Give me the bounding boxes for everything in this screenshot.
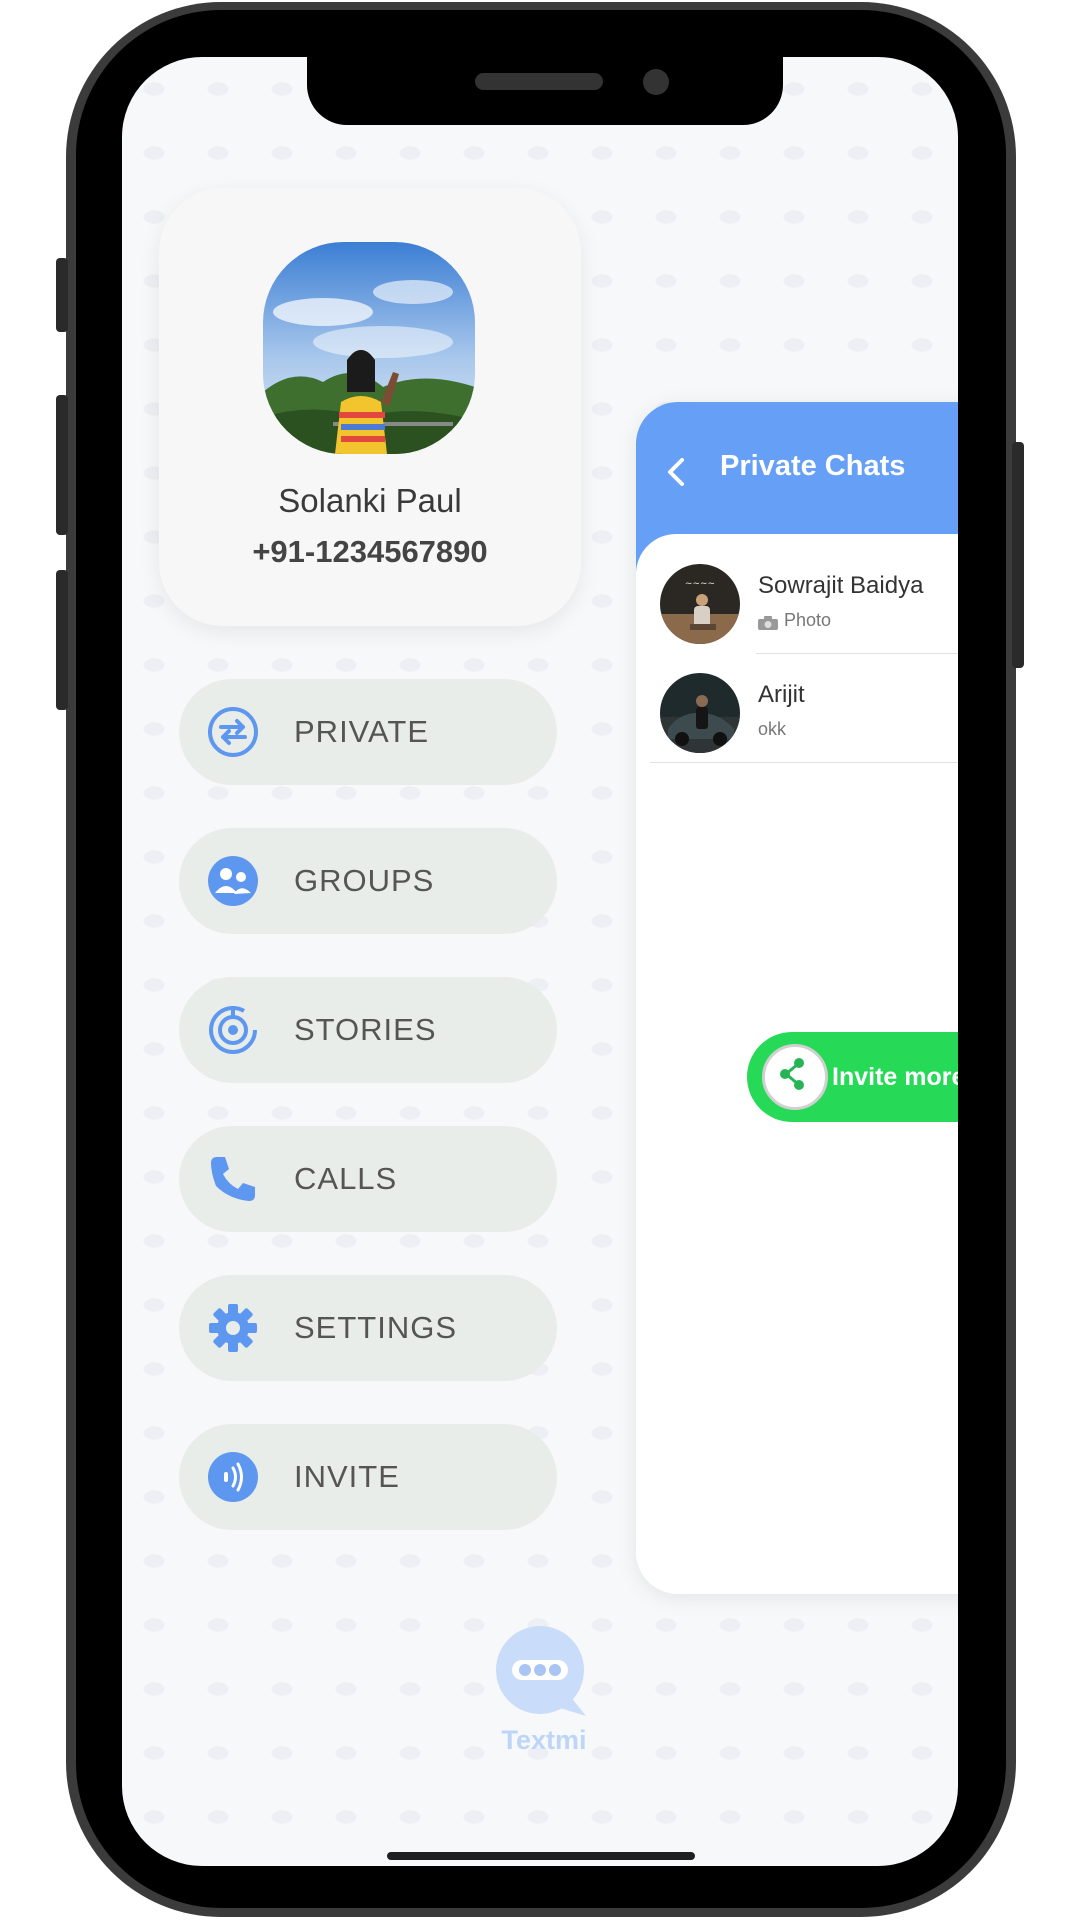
chat-divider [650, 762, 958, 763]
profile-avatar[interactable] [263, 242, 475, 454]
menu-item-settings[interactable]: SETTINGS [179, 1275, 557, 1381]
notch [307, 57, 783, 125]
mute-switch [56, 258, 68, 332]
stories-icon [207, 1004, 259, 1056]
menu-label-stories: STORIES [294, 1012, 437, 1047]
chat-avatar [660, 673, 740, 753]
menu-item-invite[interactable]: INVITE [179, 1424, 557, 1530]
chat-list: ~~~~ Sowrajit Baidya Photo Arijit okk In… [636, 534, 958, 1594]
chat-divider [756, 653, 958, 654]
chat-name: Sowrajit Baidya [758, 572, 924, 599]
menu-label-settings: SETTINGS [294, 1310, 458, 1345]
chat-preview: okk [758, 719, 787, 739]
share-icon [762, 1044, 828, 1110]
menu-label-private: PRIVATE [294, 714, 430, 749]
home-indicator[interactable] [387, 1852, 695, 1860]
menu-item-groups[interactable]: GROUPS [179, 828, 557, 934]
invite-more-button[interactable]: Invite more [747, 1032, 958, 1122]
chat-row-arijit[interactable]: Arijit okk [636, 655, 958, 763]
broadcast-icon [207, 1451, 259, 1503]
back-arrow-icon[interactable] [660, 454, 696, 490]
front-camera [643, 69, 669, 95]
chat-name: Arijit [758, 681, 805, 708]
swap-arrows-icon [207, 706, 259, 758]
invite-more-label: Invite more [832, 1063, 958, 1091]
phone-screen: Solanki Paul +91-1234567890 PRIVATE GROU… [122, 57, 958, 1866]
profile-name: Solanki Paul [278, 482, 462, 519]
gear-icon [207, 1302, 259, 1354]
camera-icon [758, 614, 778, 631]
chat-preview: Photo [758, 610, 831, 631]
chat-preview-text: Photo [784, 610, 832, 630]
chat-avatar: ~~~~ [660, 564, 740, 644]
phone-icon [207, 1153, 259, 1205]
profile-phone: +91-1234567890 [252, 534, 488, 569]
group-icon [207, 855, 259, 907]
volume-down-button [56, 570, 68, 710]
menu-label-groups: GROUPS [294, 863, 435, 898]
brand-name: Textmi [501, 1725, 587, 1755]
svg-text:~~~~: ~~~~ [685, 579, 715, 589]
profile-card: Solanki Paul +91-1234567890 [159, 188, 581, 626]
power-button [1012, 442, 1024, 668]
menu-label-invite: INVITE [294, 1459, 400, 1494]
private-chats-panel: Private Chats ~~~~ Sowrajit Baidya Photo… [636, 402, 958, 1594]
chat-row-sowrajit[interactable]: ~~~~ Sowrajit Baidya Photo [636, 546, 958, 654]
menu-label-calls: CALLS [294, 1161, 398, 1196]
chat-panel-title: Private Chats [720, 450, 906, 482]
volume-up-button [56, 395, 68, 535]
menu-item-private[interactable]: PRIVATE [179, 679, 557, 785]
menu-item-stories[interactable]: STORIES [179, 977, 557, 1083]
textmi-logo [494, 1624, 594, 1724]
menu-item-calls[interactable]: CALLS [179, 1126, 557, 1232]
speaker-grille [475, 73, 603, 90]
